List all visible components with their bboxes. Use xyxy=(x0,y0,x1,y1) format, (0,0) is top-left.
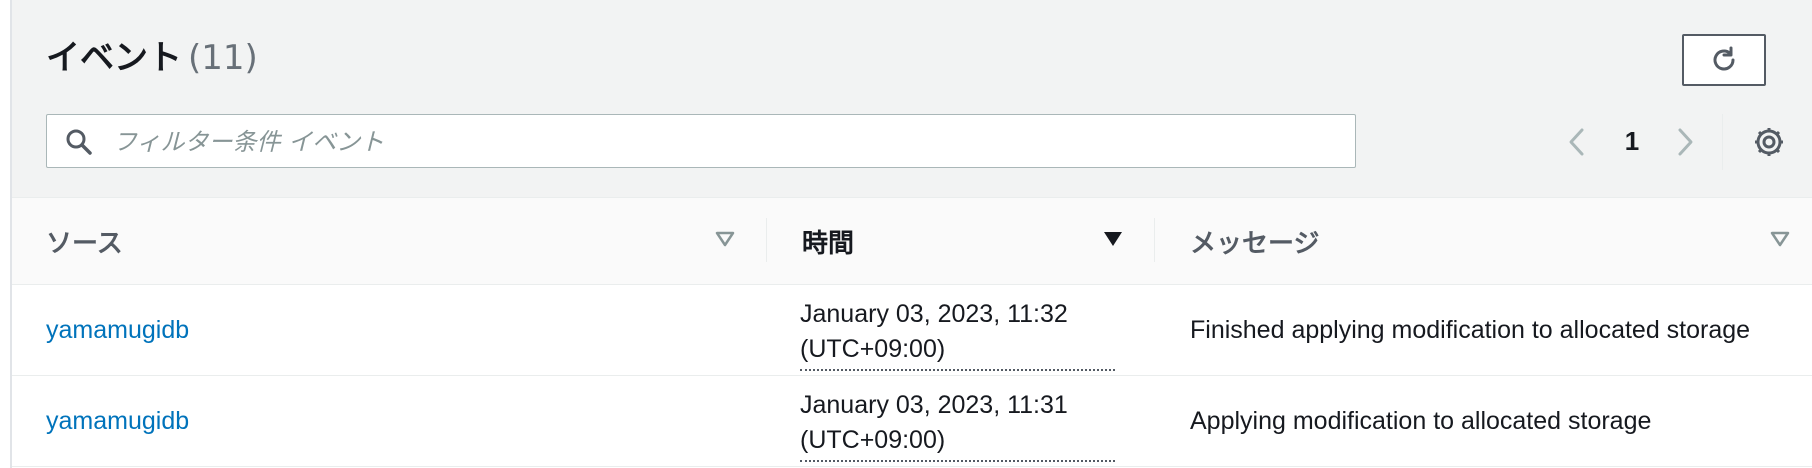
column-header-time[interactable]: 時間 xyxy=(802,198,854,284)
table-header: ソース 時間 メッセージ xyxy=(12,198,1812,285)
search-icon xyxy=(66,129,92,155)
chevron-left-icon[interactable] xyxy=(1562,124,1592,160)
event-message: Applying modification to allocated stora… xyxy=(1190,406,1652,435)
title-text: イベント xyxy=(46,38,182,78)
search-field[interactable] xyxy=(46,114,1356,168)
event-count: (11) xyxy=(188,38,258,78)
time-date: January 03, 2023, 11:31 xyxy=(800,391,1068,419)
refresh-button[interactable] xyxy=(1682,34,1766,86)
source-link[interactable]: yamamugidb xyxy=(46,285,189,375)
time-zone: (UTC+09:00) xyxy=(800,423,1115,462)
time-date: January 03, 2023, 11:32 xyxy=(800,300,1068,328)
column-label: メッセージ xyxy=(1190,228,1320,259)
source-link[interactable]: yamamugidb xyxy=(46,376,189,466)
refresh-icon xyxy=(1713,46,1735,71)
events-header: イベント(11) 1 xyxy=(12,0,1812,198)
column-header-source[interactable]: ソース xyxy=(46,198,123,284)
sort-caret-icon[interactable] xyxy=(714,228,736,250)
column-label: 時間 xyxy=(802,228,855,259)
table-row: yamamugidb January 03, 2023, 11:32 (UTC+… xyxy=(12,285,1812,376)
page-number[interactable]: 1 xyxy=(1617,126,1647,157)
event-time: January 03, 2023, 11:32 (UTC+09:00) xyxy=(800,297,1120,371)
column-divider[interactable] xyxy=(766,218,767,262)
gear-icon[interactable] xyxy=(1752,125,1786,159)
events-panel: イベント(11) 1 xyxy=(10,0,1812,468)
column-divider[interactable] xyxy=(1154,218,1155,262)
page-title: イベント (11) xyxy=(46,30,258,79)
column-label: ソース xyxy=(46,228,123,259)
column-header-message[interactable]: メッセージ xyxy=(1190,198,1319,284)
sort-caret-icon[interactable] xyxy=(1769,228,1791,250)
event-message: Finished applying modification to alloca… xyxy=(1190,315,1751,344)
chevron-right-icon[interactable] xyxy=(1670,124,1700,160)
sort-caret-down-icon[interactable] xyxy=(1102,228,1124,250)
search-input[interactable] xyxy=(111,123,1335,161)
time-zone: (UTC+09:00) xyxy=(800,332,1115,371)
pager-divider xyxy=(1722,114,1723,170)
event-time: January 03, 2023, 11:31 (UTC+09:00) xyxy=(800,388,1120,462)
table-row: yamamugidb January 03, 2023, 11:31 (UTC+… xyxy=(12,376,1812,467)
